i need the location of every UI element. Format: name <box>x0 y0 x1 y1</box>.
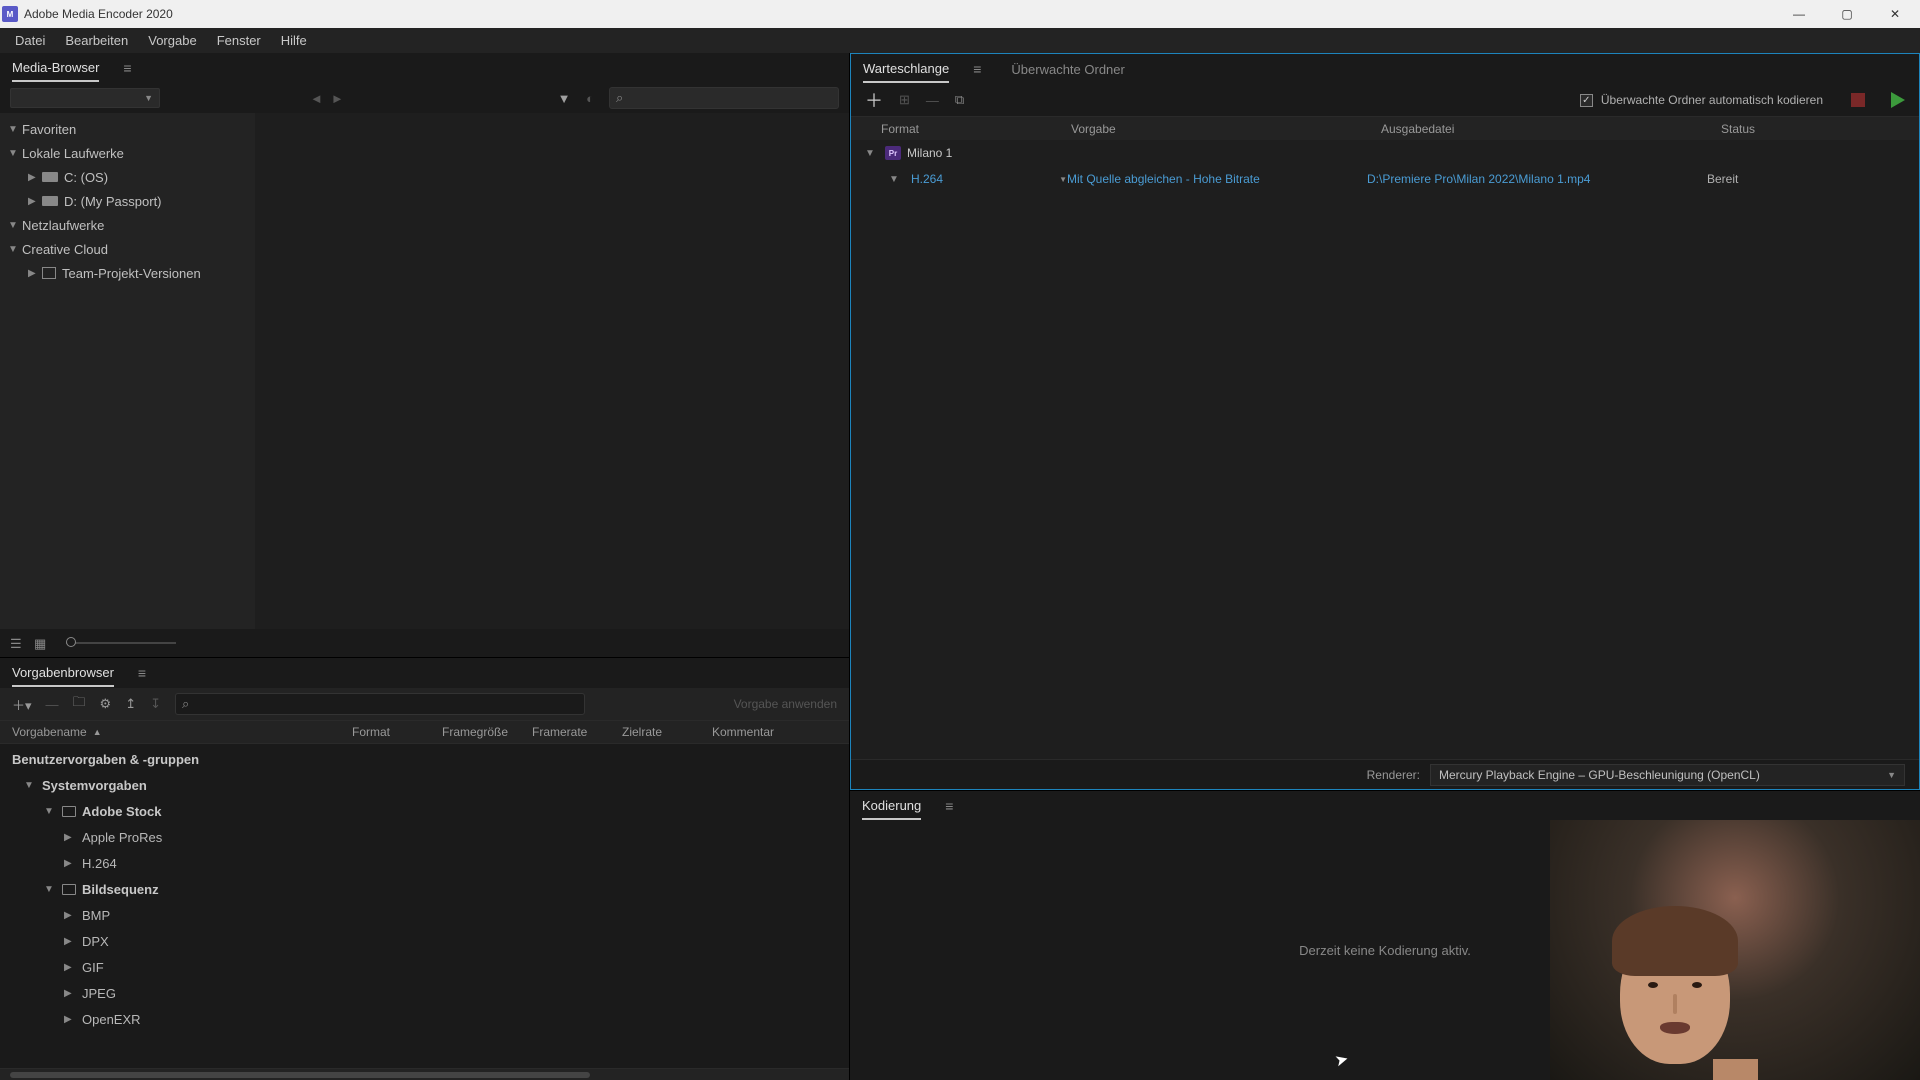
remove-icon[interactable]: — <box>926 93 939 108</box>
pb-image-sequence[interactable]: Bildsequenz <box>0 876 849 902</box>
tree-team-projects[interactable]: Team-Projekt-Versionen <box>0 261 255 285</box>
encoding-tab[interactable]: Kodierung <box>862 793 921 820</box>
import-icon[interactable]: ↥ <box>125 696 136 712</box>
search-icon: ⌕ <box>182 696 189 712</box>
drive-icon <box>42 196 58 206</box>
queue-output-row[interactable]: H.264 ▼ Mit Quelle abgleichen - Hohe Bit… <box>851 166 1919 192</box>
format-dropdown-icon[interactable]: ▼ <box>1059 175 1067 184</box>
settings-icon[interactable]: ⚙ <box>100 696 112 712</box>
queue-column-header: Format Vorgabe Ausgabedatei Status <box>851 116 1919 140</box>
stop-queue-button[interactable] <box>1851 93 1865 107</box>
preset-browser-tab[interactable]: Vorgabenbrowser <box>12 660 114 687</box>
webcam-overlay <box>1550 820 1920 1080</box>
tree-drive-c[interactable]: C: (OS) <box>0 165 255 189</box>
folder-icon <box>62 806 76 817</box>
chevron-down-icon: ▼ <box>1887 770 1896 780</box>
tree-local-drives[interactable]: Lokale Laufwerke <box>0 141 255 165</box>
pb-search-input[interactable]: ⌕ <box>175 693 585 715</box>
pb-gif[interactable]: GIF <box>0 954 849 980</box>
preset-tree[interactable]: Benutzervorgaben & -gruppen Systemvorgab… <box>0 744 849 1068</box>
nav-forward-icon[interactable]: ► <box>331 91 344 106</box>
pb-openexr[interactable]: OpenEXR <box>0 1006 849 1032</box>
pb-dpx[interactable]: DPX <box>0 928 849 954</box>
start-queue-button[interactable] <box>1891 92 1905 108</box>
add-source-button[interactable]: ＋ <box>865 87 883 113</box>
pb-column-header[interactable]: Vorgabename▲ Format Framegröße Framerate… <box>0 720 849 744</box>
mb-path-dropdown[interactable]: ▼ <box>10 88 160 108</box>
queue-list[interactable]: Pr Milano 1 H.264 ▼ Mit Quelle abgleiche… <box>851 140 1919 759</box>
maximize-button[interactable]: ▢ <box>1832 4 1862 24</box>
new-group-icon[interactable]: 🗀 <box>73 693 86 715</box>
source-name: Milano 1 <box>907 146 952 160</box>
pb-user-presets[interactable]: Benutzervorgaben & -gruppen <box>0 746 849 772</box>
tree-favorites[interactable]: Favoriten <box>0 117 255 141</box>
menu-edit[interactable]: Bearbeiten <box>55 30 138 51</box>
folder-icon <box>62 884 76 895</box>
tree-drive-d[interactable]: D: (My Passport) <box>0 189 255 213</box>
list-view-icon[interactable]: ☰ <box>10 636 24 650</box>
preset-browser-panel: Vorgabenbrowser ≡ ＋▾ — 🗀 ⚙ ↥ ↧ ⌕ Vorgabe… <box>0 657 849 1080</box>
queue-panel: Warteschlange ≡ Überwachte Ordner ＋ ⊞ — … <box>850 53 1920 790</box>
tree-creative-cloud[interactable]: Creative Cloud <box>0 237 255 261</box>
renderer-label: Renderer: <box>1367 768 1420 782</box>
media-browser-tab[interactable]: Media-Browser <box>12 55 99 82</box>
output-preset[interactable]: Mit Quelle abgleichen - Hohe Bitrate <box>1067 172 1367 186</box>
pb-bmp[interactable]: BMP <box>0 902 849 928</box>
premiere-icon: Pr <box>885 146 901 160</box>
add-output-icon[interactable]: ⊞ <box>899 92 910 108</box>
folder-icon <box>42 267 56 279</box>
mb-content-area[interactable] <box>255 113 849 629</box>
duplicate-icon[interactable]: ⧉ <box>955 92 964 108</box>
menu-help[interactable]: Hilfe <box>271 30 317 51</box>
pb-system-presets[interactable]: Systemvorgaben <box>0 772 849 798</box>
renderer-dropdown[interactable]: Mercury Playback Engine – GPU-Beschleuni… <box>1430 764 1905 786</box>
auto-encode-label: Überwachte Ordner automatisch kodieren <box>1601 93 1823 107</box>
media-browser-panel: Media-Browser ≡ ▼ ◄ ► ▼ ◐ ⌕ Favoriten Lo… <box>0 53 849 657</box>
panel-menu-icon[interactable]: ≡ <box>945 798 953 814</box>
title-bar: M Adobe Media Encoder 2020 — ▢ ✕ <box>0 0 1920 28</box>
thumbnail-view-icon[interactable]: ▦ <box>34 636 48 650</box>
pb-h264[interactable]: H.264 <box>0 850 849 876</box>
encoding-panel: Kodierung ≡ Derzeit keine Kodierung akti… <box>850 790 1920 1080</box>
apply-preset-button: Vorgabe anwenden <box>734 697 837 711</box>
mb-tree[interactable]: Favoriten Lokale Laufwerke C: (OS) D: (M… <box>0 113 255 629</box>
pb-apple-prores[interactable]: Apple ProRes <box>0 824 849 850</box>
chevron-down-icon[interactable] <box>889 174 903 185</box>
pb-horizontal-scrollbar[interactable] <box>0 1068 849 1080</box>
new-preset-icon[interactable]: ＋▾ <box>12 695 32 714</box>
drive-icon <box>42 172 58 182</box>
pb-adobe-stock[interactable]: Adobe Stock <box>0 798 849 824</box>
thumbnail-size-slider[interactable] <box>66 642 176 644</box>
tree-network-drives[interactable]: Netzlaufwerke <box>0 213 255 237</box>
output-file[interactable]: D:\Premiere Pro\Milan 2022\Milano 1.mp4 <box>1367 172 1707 186</box>
delete-preset-icon[interactable]: — <box>46 697 59 712</box>
menu-file[interactable]: Datei <box>5 30 55 51</box>
output-status: Bereit <box>1707 172 1738 186</box>
menu-bar: Datei Bearbeiten Vorgabe Fenster Hilfe <box>0 28 1920 53</box>
app-icon: M <box>2 6 18 22</box>
menu-preset[interactable]: Vorgabe <box>138 30 206 51</box>
close-button[interactable]: ✕ <box>1880 4 1910 24</box>
mb-search-input[interactable]: ⌕ <box>609 87 839 109</box>
auto-encode-checkbox[interactable]: ✓ <box>1580 94 1593 107</box>
pb-jpeg[interactable]: JPEG <box>0 980 849 1006</box>
filter-icon[interactable]: ▼ <box>557 91 571 105</box>
app-title: Adobe Media Encoder 2020 <box>24 7 1784 21</box>
queue-source-row[interactable]: Pr Milano 1 <box>851 140 1919 166</box>
panel-menu-icon[interactable]: ≡ <box>123 60 131 76</box>
queue-tab[interactable]: Warteschlange <box>863 56 949 83</box>
minimize-button[interactable]: — <box>1784 4 1814 24</box>
nav-back-icon[interactable]: ◄ <box>310 91 323 106</box>
encoding-idle-text: Derzeit keine Kodierung aktiv. <box>1299 943 1471 958</box>
chevron-down-icon[interactable] <box>865 148 879 159</box>
menu-window[interactable]: Fenster <box>207 30 271 51</box>
search-icon: ⌕ <box>616 90 623 106</box>
panel-menu-icon[interactable]: ≡ <box>973 61 981 77</box>
output-format[interactable]: H.264 <box>911 172 943 186</box>
panel-menu-icon[interactable]: ≡ <box>138 665 146 681</box>
ingest-icon[interactable]: ◐ <box>583 91 597 105</box>
watch-folders-tab[interactable]: Überwachte Ordner <box>1011 57 1124 82</box>
export-icon[interactable]: ↧ <box>150 696 161 712</box>
